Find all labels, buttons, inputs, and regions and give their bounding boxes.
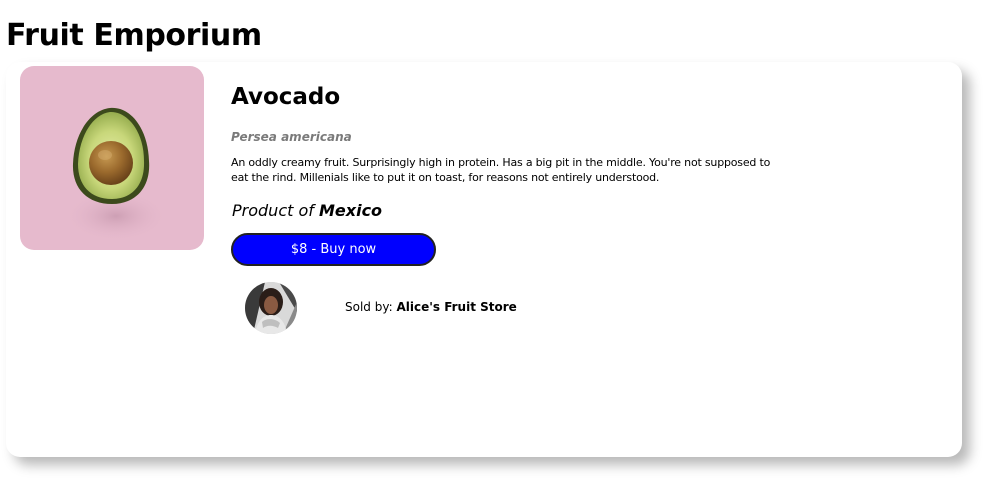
product-origin: Product of Mexico — [232, 201, 382, 220]
seller-avatar-image — [245, 282, 297, 334]
origin-label: Product of — [232, 201, 319, 220]
product-name: Avocado — [231, 84, 341, 110]
scientific-name: Persea americana — [231, 130, 352, 144]
product-card: Avocado Persea americana An oddly creamy… — [6, 62, 962, 457]
seller-store-name: Alice's Fruit Store — [396, 300, 517, 314]
seller-avatar — [245, 282, 297, 334]
buy-button[interactable]: $8 - Buy now — [231, 233, 436, 266]
product-description: An oddly creamy fruit. Surprisingly high… — [231, 156, 771, 184]
origin-country: Mexico — [318, 201, 383, 220]
avocado-image — [64, 107, 168, 242]
seller-info: Sold by: Alice's Fruit Store — [345, 300, 517, 314]
product-image — [20, 66, 204, 250]
seller-label: Sold by: — [345, 300, 397, 314]
page-title: Fruit Emporium — [6, 18, 262, 53]
